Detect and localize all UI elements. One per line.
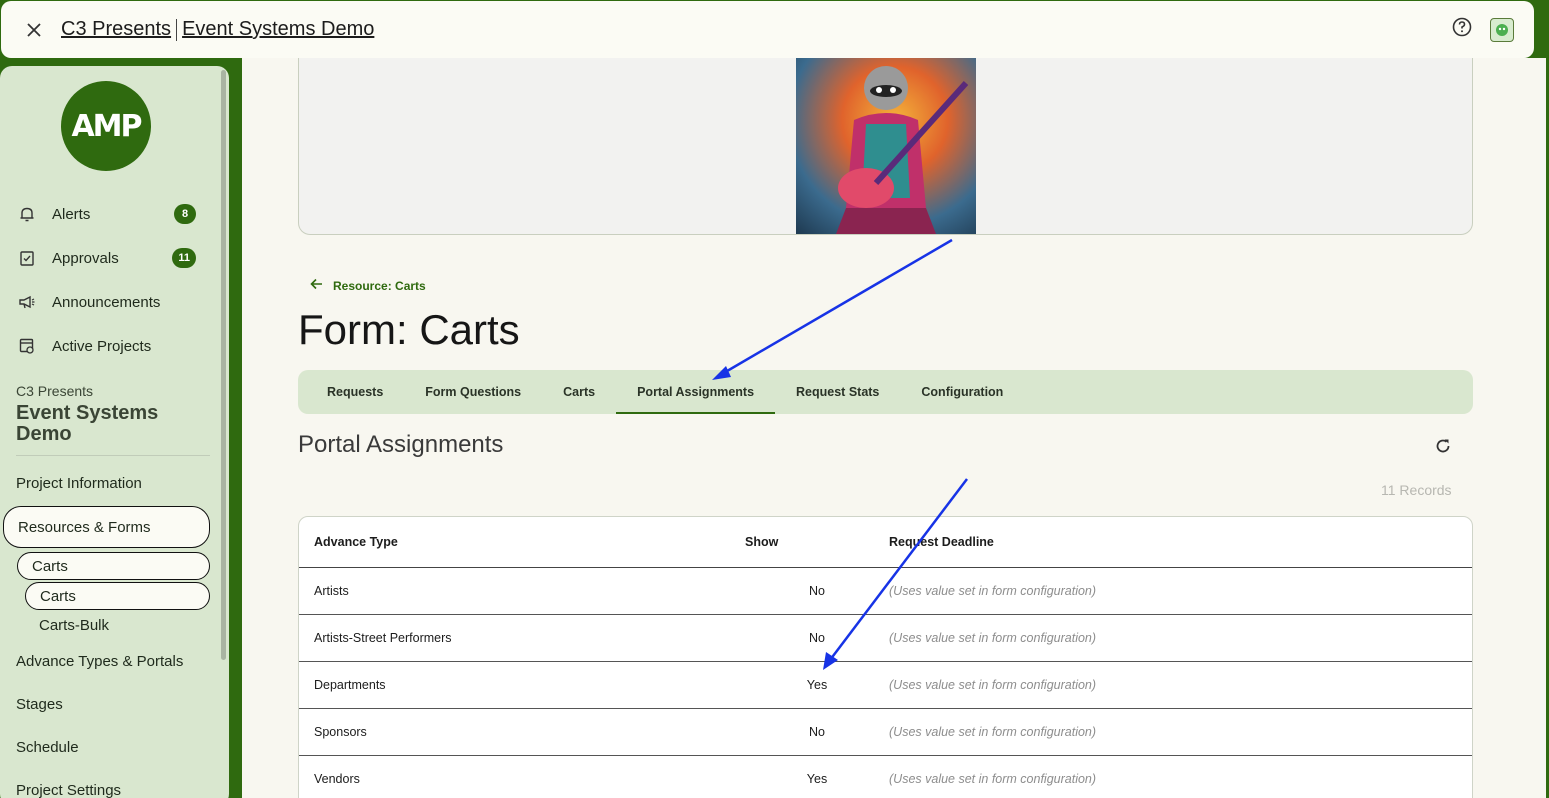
records-count: 11 Records — [1381, 482, 1452, 498]
arrow-left-icon — [310, 278, 323, 293]
table-row[interactable]: Sponsors No (Uses value set in form conf… — [299, 709, 1472, 756]
menu-carts-bulk[interactable]: Carts-Bulk — [39, 617, 109, 634]
sidebar-scrollbar[interactable] — [221, 70, 226, 660]
tab-request-stats[interactable]: Request Stats — [775, 370, 900, 414]
menu-advance-types[interactable]: Advance Types & Portals — [16, 653, 183, 670]
sidebar-item-approvals[interactable]: Approvals 11 — [16, 247, 196, 269]
clipboard-check-icon — [16, 247, 38, 269]
tab-configuration[interactable]: Configuration — [900, 370, 1024, 414]
top-bar: C3 Presents Event Systems Demo — [1, 1, 1534, 58]
table-row[interactable]: Vendors Yes (Uses value set in form conf… — [299, 756, 1472, 798]
column-header-advance-type[interactable]: Advance Type — [299, 535, 745, 549]
cell-show: Yes — [806, 678, 828, 692]
cell-advance-type: Departments — [314, 678, 386, 692]
cell-show: Yes — [806, 772, 828, 786]
column-header-show[interactable]: Show — [745, 535, 889, 549]
cell-request-deadline: (Uses value set in form configuration) — [889, 772, 1097, 786]
sidebar-item-label: Announcements — [52, 293, 161, 311]
breadcrumb-separator — [176, 18, 178, 41]
projects-icon — [16, 335, 38, 357]
section-title: Portal Assignments — [298, 431, 504, 458]
sidebar-item-label: Alerts — [52, 205, 91, 223]
menu-project-information[interactable]: Project Information — [16, 475, 142, 492]
table-row[interactable]: Artists No (Uses value set in form confi… — [299, 568, 1472, 615]
project-org: C3 Presents — [16, 383, 94, 399]
sidebar-item-label: Approvals — [52, 249, 119, 267]
cell-show: No — [809, 584, 825, 598]
menu-project-settings[interactable]: Project Settings — [16, 782, 121, 798]
bell-icon — [16, 203, 38, 225]
breadcrumb: C3 Presents Event Systems Demo — [61, 18, 374, 41]
main-scrollbar[interactable] — [1528, 58, 1549, 798]
sidebar-item-label: Active Projects — [52, 337, 152, 355]
refresh-icon[interactable] — [1432, 435, 1454, 457]
cell-advance-type: Sponsors — [314, 725, 367, 739]
page-title: Form: Carts — [298, 306, 520, 353]
tab-requests[interactable]: Requests — [306, 370, 404, 414]
menu-carts-group[interactable]: Carts — [17, 552, 210, 580]
table-row[interactable]: Artists-Street Performers No (Uses value… — [299, 615, 1472, 662]
menu-carts[interactable]: Carts — [25, 582, 210, 610]
cell-request-deadline: (Uses value set in form configuration) — [889, 631, 1097, 645]
cell-request-deadline: (Uses value set in form configuration) — [889, 584, 1097, 598]
tab-form-questions[interactable]: Form Questions — [404, 370, 542, 414]
cell-show: No — [809, 631, 825, 645]
menu-label: Carts — [40, 587, 76, 605]
banner-image — [796, 58, 976, 234]
cell-request-deadline: (Uses value set in form configuration) — [889, 678, 1097, 692]
back-link-label: Resource: Carts — [333, 278, 426, 293]
back-link[interactable]: Resource: Carts — [310, 278, 426, 293]
megaphone-icon — [16, 291, 38, 313]
menu-label: Carts — [32, 557, 68, 575]
alerts-badge: 8 — [174, 204, 196, 224]
banner — [298, 58, 1473, 235]
project-name: Event Systems Demo — [16, 402, 159, 445]
main-content: Resource: Carts Form: Carts Requests For… — [242, 58, 1528, 798]
approvals-badge: 11 — [172, 248, 196, 268]
breadcrumb-project[interactable]: Event Systems Demo — [182, 18, 374, 41]
menu-schedule[interactable]: Schedule — [16, 739, 79, 756]
help-icon[interactable] — [1452, 17, 1472, 42]
table-header: Advance Type Show Request Deadline — [299, 517, 1472, 568]
sidebar-item-announcements[interactable]: Announcements — [16, 291, 196, 313]
sidebar: AMP Alerts 8 Approvals 11 Announcements … — [0, 66, 229, 798]
column-header-show-label: Show — [745, 535, 779, 549]
breadcrumb-org[interactable]: C3 Presents — [61, 18, 171, 41]
table-row[interactable]: Departments Yes (Uses value set in form … — [299, 662, 1472, 709]
tab-portal-assignments[interactable]: Portal Assignments — [616, 370, 775, 414]
sidebar-item-alerts[interactable]: Alerts 8 — [16, 203, 196, 225]
tab-carts[interactable]: Carts — [542, 370, 616, 414]
close-icon[interactable] — [21, 17, 47, 43]
sidebar-item-active-projects[interactable]: Active Projects — [16, 335, 196, 357]
cell-show: No — [809, 725, 825, 739]
menu-resources-forms[interactable]: Resources & Forms — [3, 506, 210, 548]
menu-label: Resources & Forms — [18, 518, 151, 536]
cell-advance-type: Vendors — [314, 772, 360, 786]
menu-stages[interactable]: Stages — [16, 696, 63, 713]
column-header-request-deadline[interactable]: Request Deadline — [889, 535, 1472, 549]
cell-advance-type: Artists-Street Performers — [314, 631, 452, 645]
cell-request-deadline: (Uses value set in form configuration) — [889, 725, 1097, 739]
cell-advance-type: Artists — [314, 584, 349, 598]
amp-logo[interactable]: AMP — [61, 81, 151, 171]
portal-assignments-table: Advance Type Show Request Deadline Artis… — [298, 516, 1473, 798]
tab-bar: Requests Form Questions Carts Portal Ass… — [298, 370, 1473, 414]
sidebar-divider — [16, 455, 210, 456]
user-avatar[interactable] — [1490, 17, 1514, 42]
